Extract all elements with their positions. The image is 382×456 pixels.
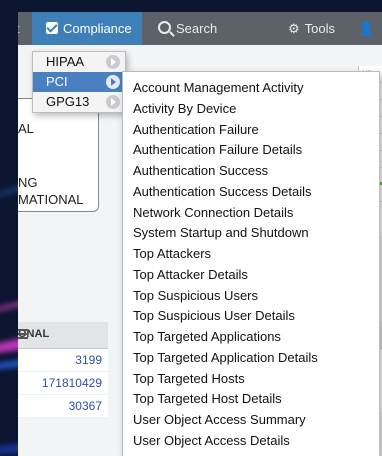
table-cell[interactable]: 171810429	[42, 376, 102, 390]
pci-report-submenu: Account Management Activity Activity By …	[122, 71, 380, 456]
submenu-item[interactable]: Network Connection Details	[123, 203, 379, 224]
menu-item-label: PCI	[46, 74, 68, 89]
submenu-item[interactable]: Authentication Success	[123, 161, 379, 182]
menu-item-label: GPG13	[46, 94, 90, 109]
submenu-item[interactable]: Top Attackers	[123, 244, 379, 265]
app-screen: t Compliance Search ⚙ Tools 👤 AL NG MATIO…	[18, 12, 382, 456]
panel-text-line: MATIONAL	[18, 192, 84, 207]
table-cell[interactable]: 3199	[75, 353, 102, 367]
submenu-item[interactable]: Account Management Activity	[123, 78, 379, 99]
menu-item-label: HIPAA	[46, 54, 85, 69]
submenu-item[interactable]: Top Targeted Application Details	[123, 348, 379, 369]
nav-item-user[interactable]: 👤	[358, 12, 374, 45]
table-header: ONAL	[18, 322, 108, 349]
submenu-item[interactable]: System Startup and Shutdown	[123, 223, 379, 244]
menu-item-gpg13[interactable]: GPG13	[33, 92, 125, 112]
submenu-item[interactable]: Top Suspicious Users	[123, 286, 379, 307]
submenu-item[interactable]: Top Targeted Hosts	[123, 369, 379, 390]
user-icon: 👤	[358, 21, 375, 36]
submenu-arrow-icon	[106, 95, 120, 109]
table-row[interactable]: 30367	[18, 395, 108, 418]
panel-text-line: AL	[18, 121, 34, 136]
nav-item-search[interactable]: Search	[158, 12, 217, 45]
tools-label: Tools	[304, 21, 336, 36]
submenu-item[interactable]: Top Targeted Applications	[123, 327, 379, 348]
panel-text-line: NG	[18, 175, 38, 190]
submenu-item[interactable]: Top Suspicious User Details	[123, 306, 379, 327]
background-table: ONAL 3199 171810429 30367	[18, 322, 108, 418]
checkbox-icon	[46, 22, 58, 34]
nav-item-tools[interactable]: ⚙ Tools	[288, 12, 335, 45]
submenu-arrow-icon	[106, 55, 120, 69]
gear-icon: ⚙	[288, 21, 300, 36]
submenu-item[interactable]: Authentication Success Details	[123, 182, 379, 203]
nav-item-compliance[interactable]: Compliance	[32, 12, 142, 45]
submenu-item[interactable]: Activity By Device	[123, 99, 379, 120]
compliance-label: Compliance	[63, 21, 132, 36]
table-row[interactable]: 3199	[18, 349, 108, 372]
column-menu-icon[interactable]	[18, 329, 28, 339]
table-row[interactable]: 171810429	[18, 372, 108, 395]
submenu-arrow-icon	[106, 75, 120, 89]
submenu-item[interactable]: Authentication Failure	[123, 120, 379, 141]
table-cell[interactable]: 30367	[69, 399, 102, 413]
menu-item-hipaa[interactable]: HIPAA	[33, 52, 125, 72]
search-icon	[158, 21, 171, 34]
top-nav-bar: t Compliance Search ⚙ Tools 👤	[18, 12, 382, 45]
background-panel: AL NG MATIONAL	[18, 98, 99, 212]
submenu-item[interactable]: Top Targeted Host Details	[123, 389, 379, 410]
submenu-item[interactable]: User Object Access Summary	[123, 410, 379, 431]
nav-item-previous[interactable]: t	[18, 12, 20, 45]
submenu-item[interactable]: User Object Access Details	[123, 431, 379, 452]
menu-item-pci[interactable]: PCI	[33, 72, 125, 92]
submenu-item[interactable]: Top Attacker Details	[123, 265, 379, 286]
submenu-item[interactable]: Authentication Failure Details	[123, 140, 379, 161]
search-label: Search	[176, 21, 218, 36]
compliance-dropdown: HIPAA PCI GPG13	[32, 51, 126, 113]
